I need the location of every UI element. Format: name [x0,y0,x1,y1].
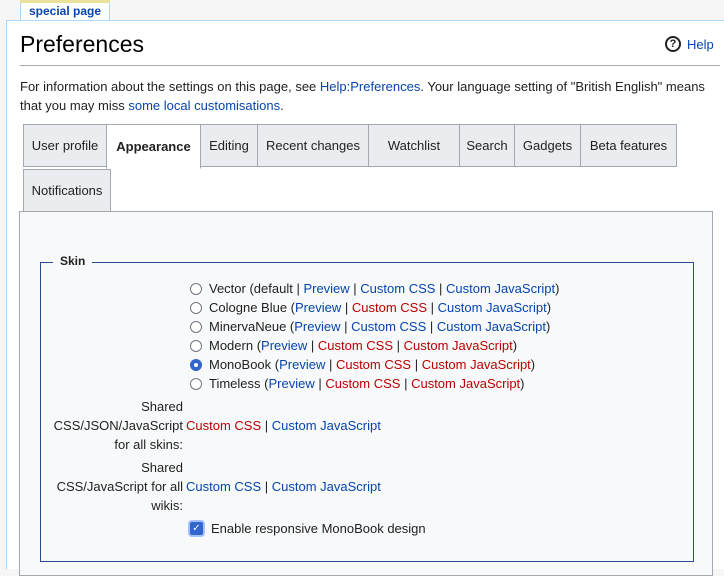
separator: | [292,281,304,296]
preview-link[interactable]: Preview [261,338,307,353]
custom-css-link[interactable]: Custom CSS [336,357,411,372]
radio-timeless[interactable] [190,377,202,390]
skin-option-vector[interactable]: Vector (default | Preview | Custom CSS |… [190,279,559,298]
close-paren: ) [546,300,552,315]
separator: | [400,376,412,391]
content-area: Preferences ? Help For information about… [6,20,724,576]
tab-gadgets[interactable]: Gadgets [514,124,581,167]
separator: | [341,300,352,315]
local-customisations-link[interactable]: some local customisations [128,98,280,113]
appearance-panel: Skin Vector (default | Preview | Custom … [19,211,713,576]
custom-css-link[interactable]: Custom CSS [318,338,393,353]
shared-skins-js-link[interactable]: Custom JavaScript [272,418,381,433]
skin-name: Timeless ( [209,376,269,391]
skin-name: Modern ( [209,338,262,353]
close-paren: ) [512,338,518,353]
separator: | [325,357,336,372]
custom-css-link[interactable]: Custom CSS [360,281,435,296]
close-paren: ) [520,376,525,391]
separator: | [435,281,447,296]
label-line: CSS/JSON/JavaScript [53,418,183,433]
preview-link[interactable]: Preview [279,357,325,372]
title-divider [20,65,720,66]
radio-monobook[interactable] [190,358,202,371]
label-line: Shared [141,399,183,414]
skin-option-minervaneue[interactable]: MinervaNeue (Preview | Custom CSS | Cust… [190,317,550,336]
radio-minervaneue[interactable] [190,320,202,333]
label-line: CSS/JavaScript for all [56,479,183,494]
separator: | [261,479,272,494]
responsive-label: Enable responsive MonoBook design [211,521,426,536]
intro-text: For information about the settings on th… [20,77,720,115]
preview-link[interactable]: Preview [294,319,340,334]
responsive-monobook-option[interactable]: ✓ Enable responsive MonoBook design [190,521,426,536]
separator: | [340,319,352,334]
skin-option-timeless[interactable]: Timeless (Preview | Custom CSS | Custom … [190,374,525,393]
responsive-checkbox[interactable]: ✓ [190,522,203,535]
separator: | [426,319,437,334]
page-title: Preferences [20,31,145,57]
skin-name: MonoBook ( [209,357,280,372]
tab-recent-changes[interactable]: Recent changes [257,124,369,167]
tab-notifications[interactable]: Notifications [23,169,111,212]
preview-link[interactable]: Preview [268,376,314,391]
help-icon: ? [665,36,681,52]
radio-vector[interactable] [190,282,202,295]
help-link[interactable]: ? Help [665,36,714,52]
custom-css-link[interactable]: Custom CSS [352,300,427,315]
shared-wikis-js-link[interactable]: Custom JavaScript [272,479,381,494]
separator: | [411,357,422,372]
skin-name: Cologne Blue ( [209,300,295,315]
separator: | [349,281,361,296]
preview-link[interactable]: Preview [295,300,341,315]
separator: | [307,338,318,353]
skin-option-cologne-blue[interactable]: Cologne Blue (Preview | Custom CSS | Cus… [190,298,551,317]
tab-beta-features[interactable]: Beta features [580,124,677,167]
radio-modern[interactable] [190,339,202,352]
skin-option-modern[interactable]: Modern (Preview | Custom CSS | Custom Ja… [190,336,517,355]
help-label: Help [687,36,714,52]
custom-js-link[interactable]: Custom JavaScript [411,376,520,391]
separator: | [314,376,326,391]
help-preferences-link[interactable]: Help:Preferences [320,79,420,94]
special-page-tab[interactable]: special page [20,0,111,20]
shared-all-skins-links: Custom CSS | Custom JavaScript [186,416,381,435]
close-paren: ) [555,281,560,296]
shared-wikis-css-link[interactable]: Custom CSS [186,479,261,494]
custom-css-link[interactable]: Custom CSS [351,319,426,334]
skin-name: Vector (default [209,281,293,296]
custom-js-link[interactable]: Custom JavaScript [404,338,513,353]
skin-fieldset: Skin Vector (default | Preview | Custom … [40,254,694,562]
custom-js-link[interactable]: Custom JavaScript [446,281,555,296]
custom-js-link[interactable]: Custom JavaScript [437,319,546,334]
preview-link[interactable]: Preview [303,281,349,296]
skin-option-monobook[interactable]: MonoBook (Preview | Custom CSS | Custom … [190,355,535,374]
separator: | [427,300,438,315]
intro-post: . [280,98,284,113]
label-line: wikis: [151,498,183,513]
tab-appearance[interactable]: Appearance [106,124,201,169]
tab-user-profile[interactable]: User profile [23,124,107,167]
label-line: for all skins: [114,437,183,452]
separator: | [261,418,272,433]
shared-skins-css-link[interactable]: Custom CSS [186,418,261,433]
tab-search[interactable]: Search [459,124,515,167]
shared-all-skins-label: Shared CSS/JSON/JavaScript for all skins… [41,397,183,454]
custom-js-link[interactable]: Custom JavaScript [422,357,531,372]
intro-pre: For information about the settings on th… [20,79,320,94]
separator: | [393,338,404,353]
skin-name: MinervaNeue ( [209,319,295,334]
shared-all-wikis-links: Custom CSS | Custom JavaScript [186,477,381,496]
custom-js-link[interactable]: Custom JavaScript [438,300,547,315]
shared-all-wikis-label: Shared CSS/JavaScript for all wikis: [41,458,183,515]
tab-editing[interactable]: Editing [200,124,258,167]
close-paren: ) [530,357,536,372]
close-paren: ) [545,319,551,334]
label-line: Shared [141,460,183,475]
custom-css-link[interactable]: Custom CSS [325,376,400,391]
radio-cologne-blue[interactable] [190,301,202,314]
skin-legend: Skin [53,254,93,268]
tab-watchlist[interactable]: Watchlist [368,124,460,167]
